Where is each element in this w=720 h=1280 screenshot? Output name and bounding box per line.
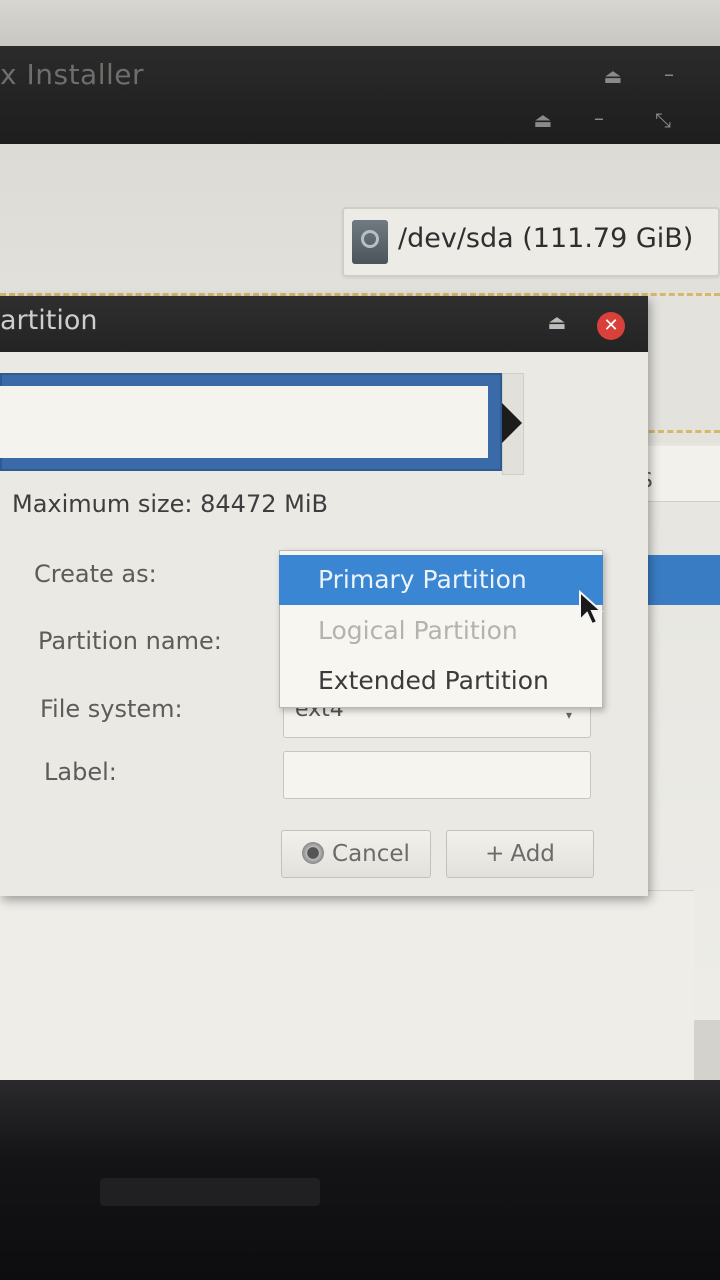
- photo-background-top: [0, 0, 720, 46]
- minimize-icon-secondary[interactable]: –: [584, 106, 614, 130]
- cancel-icon: [302, 842, 325, 864]
- chevron-down-icon[interactable]: ▾: [566, 708, 572, 722]
- add-button[interactable]: + Add: [446, 830, 594, 878]
- dropdown-option-primary-partition[interactable]: Primary Partition: [279, 555, 603, 605]
- dropdown-option-extended-partition[interactable]: Extended Partition: [279, 656, 603, 706]
- partition-table-body: [0, 890, 694, 1080]
- eject-icon[interactable]: ⏏: [598, 64, 628, 88]
- disk-icon-platter: [361, 230, 379, 248]
- slider-handle-arrow-icon[interactable]: [502, 403, 522, 443]
- label-field-label: Label:: [44, 758, 117, 786]
- mouse-pointer-icon: [579, 590, 604, 626]
- cancel-button-label: Cancel: [332, 841, 410, 867]
- maximum-size-text: Maximum size: 84472 MiB: [12, 490, 328, 518]
- dropdown-option-logical-partition: Logical Partition: [318, 616, 518, 645]
- plus-icon: +: [485, 841, 505, 867]
- cancel-button[interactable]: Cancel: [281, 830, 431, 878]
- add-button-label: Add: [510, 841, 555, 867]
- size-slider-track: [0, 386, 488, 458]
- device-label: /dev/sda (111.79 GiB): [398, 223, 694, 254]
- label-input[interactable]: [283, 751, 591, 799]
- file-system-label: File system:: [40, 695, 183, 723]
- eject-icon-secondary[interactable]: ⏏: [528, 108, 558, 132]
- minimize-icon[interactable]: –: [654, 62, 684, 86]
- partition-name-label: Partition name:: [38, 627, 222, 655]
- dialog-title: artition: [0, 305, 98, 336]
- window-title: x Installer: [0, 58, 144, 91]
- screen-edge: [694, 1020, 720, 1080]
- laptop-hinge: [100, 1178, 320, 1206]
- dialog-eject-icon[interactable]: ⏏: [542, 310, 572, 334]
- close-icon[interactable]: ✕: [597, 312, 625, 340]
- restore-icon[interactable]: ⤡: [648, 108, 678, 132]
- create-as-label: Create as:: [34, 560, 157, 588]
